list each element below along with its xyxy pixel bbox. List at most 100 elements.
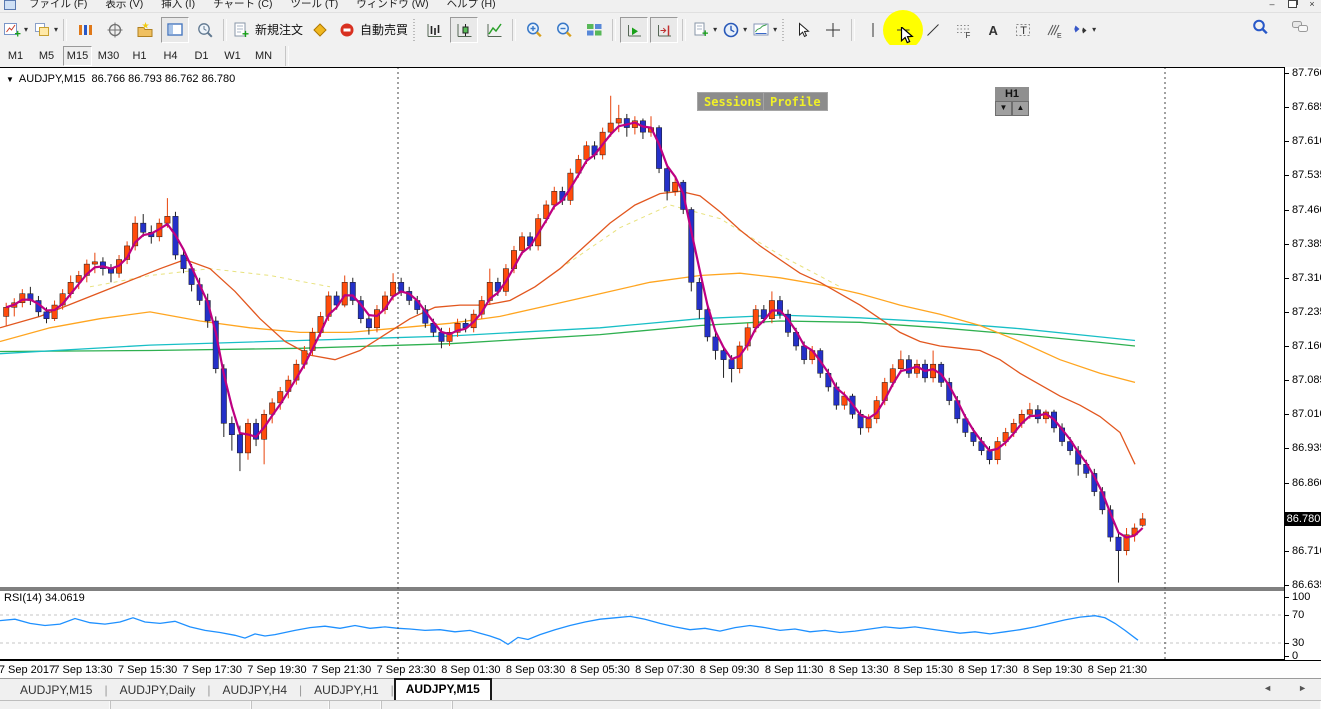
chevron-down-icon[interactable]: ▾: [713, 25, 717, 34]
candlestick-chart-button[interactable]: [450, 17, 478, 43]
chevron-down-icon[interactable]: ▾: [24, 25, 28, 34]
new-chart-button[interactable]: +▾: [1, 17, 29, 43]
chevron-down-icon[interactable]: ▾: [1092, 25, 1096, 34]
text-label-button[interactable]: T: [1009, 17, 1037, 43]
time-axis[interactable]: 7 Sep 20177 Sep 13:307 Sep 15:307 Sep 17…: [0, 660, 1321, 679]
price-axis-label: 87.235: [1292, 306, 1321, 318]
chevron-down-icon[interactable]: ▾: [773, 25, 777, 34]
menu-item[interactable]: ツール (T): [281, 0, 347, 10]
menu-item[interactable]: ウィンドウ (W): [347, 0, 437, 10]
mt4-window: ファイル (F)表示 (V)挿入 (I)チャート (C)ツール (T)ウィンドウ…: [0, 0, 1321, 709]
strategy-tester-button[interactable]: [191, 17, 219, 43]
toolbar-drag-handle: [781, 19, 786, 41]
shapes-button[interactable]: E: [1039, 17, 1067, 43]
menu-item[interactable]: チャート (C): [204, 0, 281, 10]
restore-button[interactable]: [1285, 0, 1299, 10]
vertical-line-button[interactable]: [859, 17, 887, 43]
chart-tab[interactable]: AUDJPY,H1: [302, 681, 390, 699]
timeframe-down-button[interactable]: ▼: [995, 101, 1012, 116]
auto-trading-button[interactable]: 自動売買: [336, 17, 409, 43]
cursor-button[interactable]: [789, 17, 817, 43]
zoom-out-button[interactable]: [550, 17, 578, 43]
chart-shift-icon: [654, 21, 674, 39]
timeframe-mn-button[interactable]: MN: [249, 46, 278, 66]
new-order-label: 新規注文: [255, 21, 303, 38]
terminal-icon: [165, 21, 185, 39]
timeframe-m15-button[interactable]: M15: [63, 46, 92, 66]
market-watch-button[interactable]: [71, 17, 99, 43]
indicators-list-button[interactable]: +▾: [690, 17, 718, 43]
text-button[interactable]: A: [979, 17, 1007, 43]
close-button[interactable]: ×: [1305, 0, 1319, 10]
zoom-in-button[interactable]: [520, 17, 548, 43]
timeframe-m1-button[interactable]: M1: [1, 46, 30, 66]
price-axis-label: 87.160: [1292, 340, 1321, 352]
time-axis-label: 8 Sep 07:30: [635, 664, 694, 676]
profiles-button[interactable]: ▾: [31, 17, 59, 43]
data-window-button[interactable]: [101, 17, 129, 43]
periods-button[interactable]: ▾: [720, 17, 748, 43]
axis-tick: [1285, 210, 1289, 211]
tab-scroll-right-button[interactable]: ►: [1298, 683, 1307, 693]
chevron-down-icon[interactable]: ▾: [54, 25, 58, 34]
chart-tab[interactable]: AUDJPY,M15: [8, 681, 104, 699]
tile-windows-button[interactable]: [580, 17, 608, 43]
search-button[interactable]: [1246, 14, 1274, 40]
search-icon: [1250, 18, 1270, 36]
line-chart-button[interactable]: [480, 17, 508, 43]
terminal-button[interactable]: [161, 17, 189, 43]
minimize-button[interactable]: –: [1265, 0, 1279, 10]
chevron-down-icon[interactable]: ▾: [743, 25, 747, 34]
axis-tick: [1285, 448, 1289, 449]
time-axis-label: 8 Sep 17:30: [958, 664, 1017, 676]
menu-item[interactable]: 表示 (V): [96, 0, 152, 10]
fibonacci-button[interactable]: F: [949, 17, 977, 43]
vertical-line-icon: [863, 21, 883, 39]
templates-button[interactable]: ▾: [750, 17, 778, 43]
arrows-button[interactable]: ▾: [1069, 17, 1097, 43]
svg-text:+: +: [702, 28, 708, 39]
chart-tab[interactable]: AUDJPY,Daily: [108, 681, 208, 699]
chart-tab[interactable]: AUDJPY,M15: [394, 678, 492, 700]
sessions-button[interactable]: Sessions: [697, 92, 769, 111]
community-chat-button[interactable]: [1286, 14, 1314, 40]
menu-item[interactable]: ヘルプ (H): [438, 0, 505, 10]
timeframe-m30-button[interactable]: M30: [94, 46, 123, 66]
timeframe-m5-button[interactable]: M5: [32, 46, 61, 66]
bar-chart-button[interactable]: [420, 17, 448, 43]
crosshair-button[interactable]: [819, 17, 847, 43]
timeframe-bar: M1M5M15M30H1H4D1W1MN: [0, 45, 1321, 68]
chart-title: ▼AUDJPY,M15 86.766 86.793 86.762 86.780: [6, 73, 235, 85]
axis-tick: [1285, 551, 1289, 552]
status-cell: [330, 701, 382, 709]
menu-item[interactable]: 挿入 (I): [152, 0, 204, 10]
time-axis-label: 8 Sep 09:30: [700, 664, 759, 676]
chart-shift-button[interactable]: [650, 17, 678, 43]
timeframe-w1-button[interactable]: W1: [218, 46, 247, 66]
price-axis-label: 87.010: [1292, 408, 1321, 420]
trendline-button[interactable]: [919, 17, 947, 43]
timeframe-h4-button[interactable]: H4: [156, 46, 185, 66]
price-axis-label: 86.860: [1292, 477, 1321, 489]
restore-icon: [1288, 0, 1297, 8]
horizontal-line-button[interactable]: [889, 17, 917, 43]
timeframe-d1-button[interactable]: D1: [187, 46, 216, 66]
fibonacci-icon: F: [953, 21, 973, 39]
price-axis-label: 87.685: [1292, 101, 1321, 113]
menu-item[interactable]: ファイル (F): [20, 0, 96, 10]
arrows-icon: [1070, 21, 1090, 39]
profile-button[interactable]: Profile: [763, 92, 828, 111]
navigator-button[interactable]: ★: [131, 17, 159, 43]
timeframe-up-button[interactable]: ▲: [1012, 101, 1029, 116]
price-axis[interactable]: 87.76087.68587.61087.53587.46087.38587.3…: [1284, 67, 1321, 660]
timeframe-h1-button[interactable]: H1: [125, 46, 154, 66]
toolbar-separator: [612, 19, 616, 41]
auto-scroll-button[interactable]: [620, 17, 648, 43]
chart-tab[interactable]: AUDJPY,H4: [211, 681, 299, 699]
price-chart-canvas[interactable]: [0, 67, 1284, 660]
zoom-out-icon: [554, 21, 574, 39]
svg-text:A: A: [989, 23, 999, 38]
metaeditor-button[interactable]: [306, 17, 334, 43]
tab-scroll-left-button[interactable]: ◄: [1263, 683, 1272, 693]
new-order-button[interactable]: +新規注文: [231, 17, 304, 43]
